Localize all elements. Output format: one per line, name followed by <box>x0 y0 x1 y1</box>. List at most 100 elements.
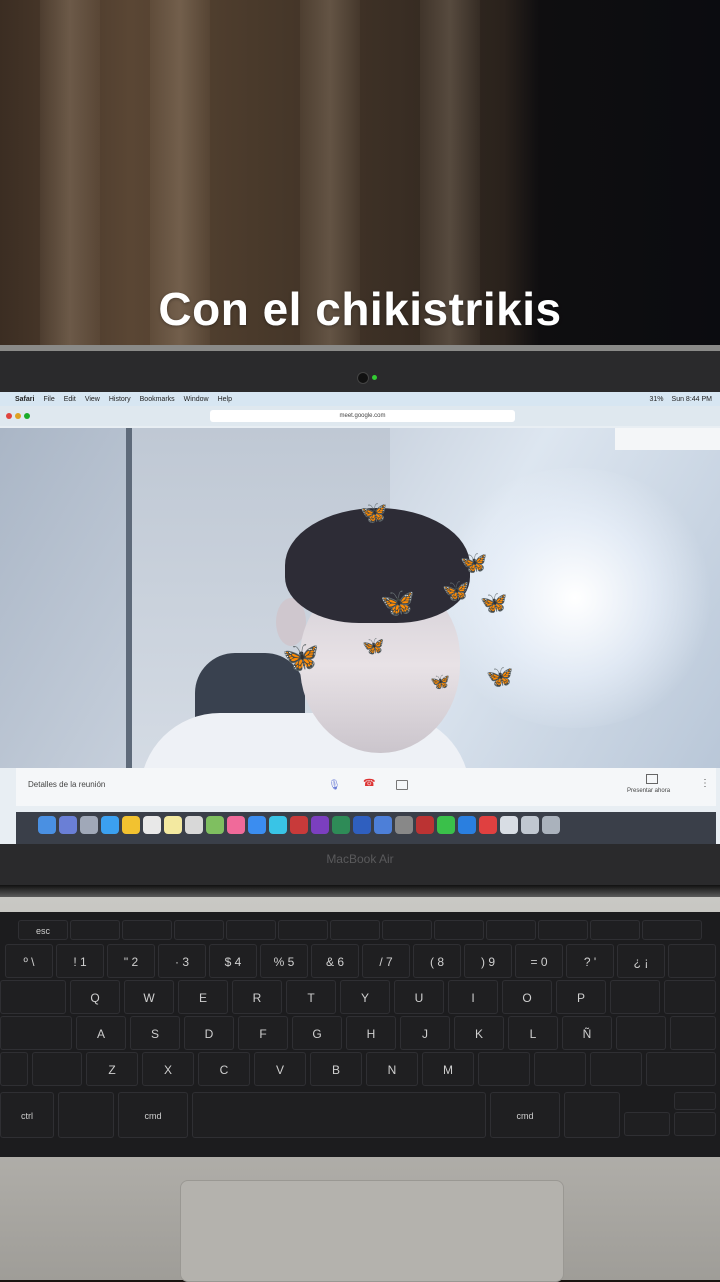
menu-file[interactable]: File <box>43 396 54 403</box>
key-letter[interactable]: Z <box>86 1052 138 1086</box>
key-letter[interactable]: Y <box>340 980 390 1014</box>
key-letter[interactable]: K <box>454 1016 504 1050</box>
key-f3[interactable] <box>174 920 224 940</box>
chrome-icon[interactable] <box>122 816 140 834</box>
key-letter[interactable]: Q <box>70 980 120 1014</box>
menu-window[interactable]: Window <box>184 396 209 403</box>
key-num[interactable]: " 2 <box>107 944 155 978</box>
key-num[interactable]: % 5 <box>260 944 308 978</box>
settings-icon[interactable] <box>395 816 413 834</box>
key-power[interactable] <box>642 920 702 940</box>
key-f1[interactable] <box>70 920 120 940</box>
key-letter[interactable]: O <box>502 980 552 1014</box>
key-letter[interactable]: V <box>254 1052 306 1086</box>
calendar-icon[interactable] <box>143 816 161 834</box>
present-icon[interactable] <box>646 774 658 784</box>
finder-icon[interactable] <box>38 816 56 834</box>
minimize-window-icon[interactable] <box>15 413 21 419</box>
key-letter[interactable]: D <box>184 1016 234 1050</box>
photos-icon[interactable] <box>227 816 245 834</box>
key-num[interactable]: = 0 <box>515 944 563 978</box>
key-ctrl[interactable]: ctrl <box>0 1092 54 1138</box>
key-letter[interactable]: U <box>394 980 444 1014</box>
app-icon[interactable] <box>479 816 497 834</box>
key-plus[interactable] <box>664 980 716 1014</box>
key-num[interactable]: º \ <box>5 944 53 978</box>
folder-icon[interactable] <box>500 816 518 834</box>
key-num[interactable]: ) 9 <box>464 944 512 978</box>
key-f9[interactable] <box>486 920 536 940</box>
app-icon[interactable] <box>416 816 434 834</box>
key-f4[interactable] <box>226 920 276 940</box>
key-brace[interactable] <box>616 1016 666 1050</box>
launchpad-icon[interactable] <box>80 816 98 834</box>
key-cmd-left[interactable]: cmd <box>118 1092 188 1138</box>
key-colon[interactable] <box>534 1052 586 1086</box>
meeting-details-button[interactable]: Detalles de la reunión <box>28 780 105 789</box>
key-letter[interactable]: T <box>286 980 336 1014</box>
menu-help[interactable]: Help <box>218 396 232 403</box>
close-window-icon[interactable] <box>6 413 12 419</box>
excel-icon[interactable] <box>332 816 350 834</box>
key-num[interactable]: ( 8 <box>413 944 461 978</box>
key-letter[interactable]: I <box>448 980 498 1014</box>
key-arrow-up[interactable] <box>674 1092 716 1110</box>
safari-icon[interactable] <box>101 816 119 834</box>
battery-status[interactable]: 31% <box>650 396 664 403</box>
trackpad[interactable] <box>180 1180 564 1282</box>
key-letter[interactable]: E <box>178 980 228 1014</box>
facetime-icon[interactable] <box>269 816 287 834</box>
downloads-icon[interactable] <box>521 816 539 834</box>
key-esc[interactable]: esc <box>18 920 68 940</box>
key-cedilla[interactable] <box>670 1016 716 1050</box>
key-letter[interactable]: J <box>400 1016 450 1050</box>
key-f10[interactable] <box>538 920 588 940</box>
zoom-window-icon[interactable] <box>24 413 30 419</box>
app-icon[interactable] <box>290 816 308 834</box>
appstore-icon[interactable] <box>374 816 392 834</box>
menu-app[interactable]: Safari <box>15 396 34 403</box>
trash-icon[interactable] <box>542 816 560 834</box>
siri-icon[interactable] <box>59 816 77 834</box>
key-f2[interactable] <box>122 920 172 940</box>
key-letter[interactable]: R <box>232 980 282 1014</box>
key-shift-left[interactable] <box>0 1052 28 1086</box>
key-letter[interactable]: P <box>556 980 606 1014</box>
key-alt-right[interactable] <box>564 1092 620 1138</box>
self-view-tile[interactable] <box>615 428 720 450</box>
address-bar[interactable]: meet.google.com <box>210 410 515 422</box>
menu-bookmarks[interactable]: Bookmarks <box>140 396 175 403</box>
key-letter[interactable]: W <box>124 980 174 1014</box>
word-icon[interactable] <box>353 816 371 834</box>
key-cmd-right[interactable]: cmd <box>490 1092 560 1138</box>
key-letter[interactable]: N <box>366 1052 418 1086</box>
hang-up-icon[interactable]: ☎ <box>363 778 375 789</box>
key-tab[interactable] <box>0 980 66 1014</box>
onenote-icon[interactable] <box>311 816 329 834</box>
key-f7[interactable] <box>382 920 432 940</box>
key-capslock[interactable] <box>0 1016 72 1050</box>
key-letter[interactable]: A <box>76 1016 126 1050</box>
key-letter[interactable]: G <box>292 1016 342 1050</box>
menu-view[interactable]: View <box>85 396 100 403</box>
key-letter[interactable]: Ñ <box>562 1016 612 1050</box>
menu-history[interactable]: History <box>109 396 131 403</box>
key-letter[interactable]: X <box>142 1052 194 1086</box>
key-alt-left[interactable] <box>58 1092 114 1138</box>
key-num[interactable]: ¿ ¡ <box>617 944 665 978</box>
key-letter[interactable]: S <box>130 1016 180 1050</box>
key-letter[interactable]: B <box>310 1052 362 1086</box>
whatsapp-icon[interactable] <box>437 816 455 834</box>
key-space[interactable] <box>192 1092 486 1138</box>
key-f11[interactable] <box>590 920 640 940</box>
key-letter[interactable]: H <box>346 1016 396 1050</box>
camera-toggle-icon[interactable] <box>396 780 408 790</box>
clock[interactable]: Sun 8:44 PM <box>672 396 712 403</box>
key-num[interactable]: & 6 <box>311 944 359 978</box>
reminders-icon[interactable] <box>185 816 203 834</box>
key-backspace[interactable] <box>668 944 716 978</box>
notes-icon[interactable] <box>164 816 182 834</box>
key-accent[interactable] <box>610 980 660 1014</box>
key-f5[interactable] <box>278 920 328 940</box>
key-arrow-down[interactable] <box>674 1112 716 1136</box>
